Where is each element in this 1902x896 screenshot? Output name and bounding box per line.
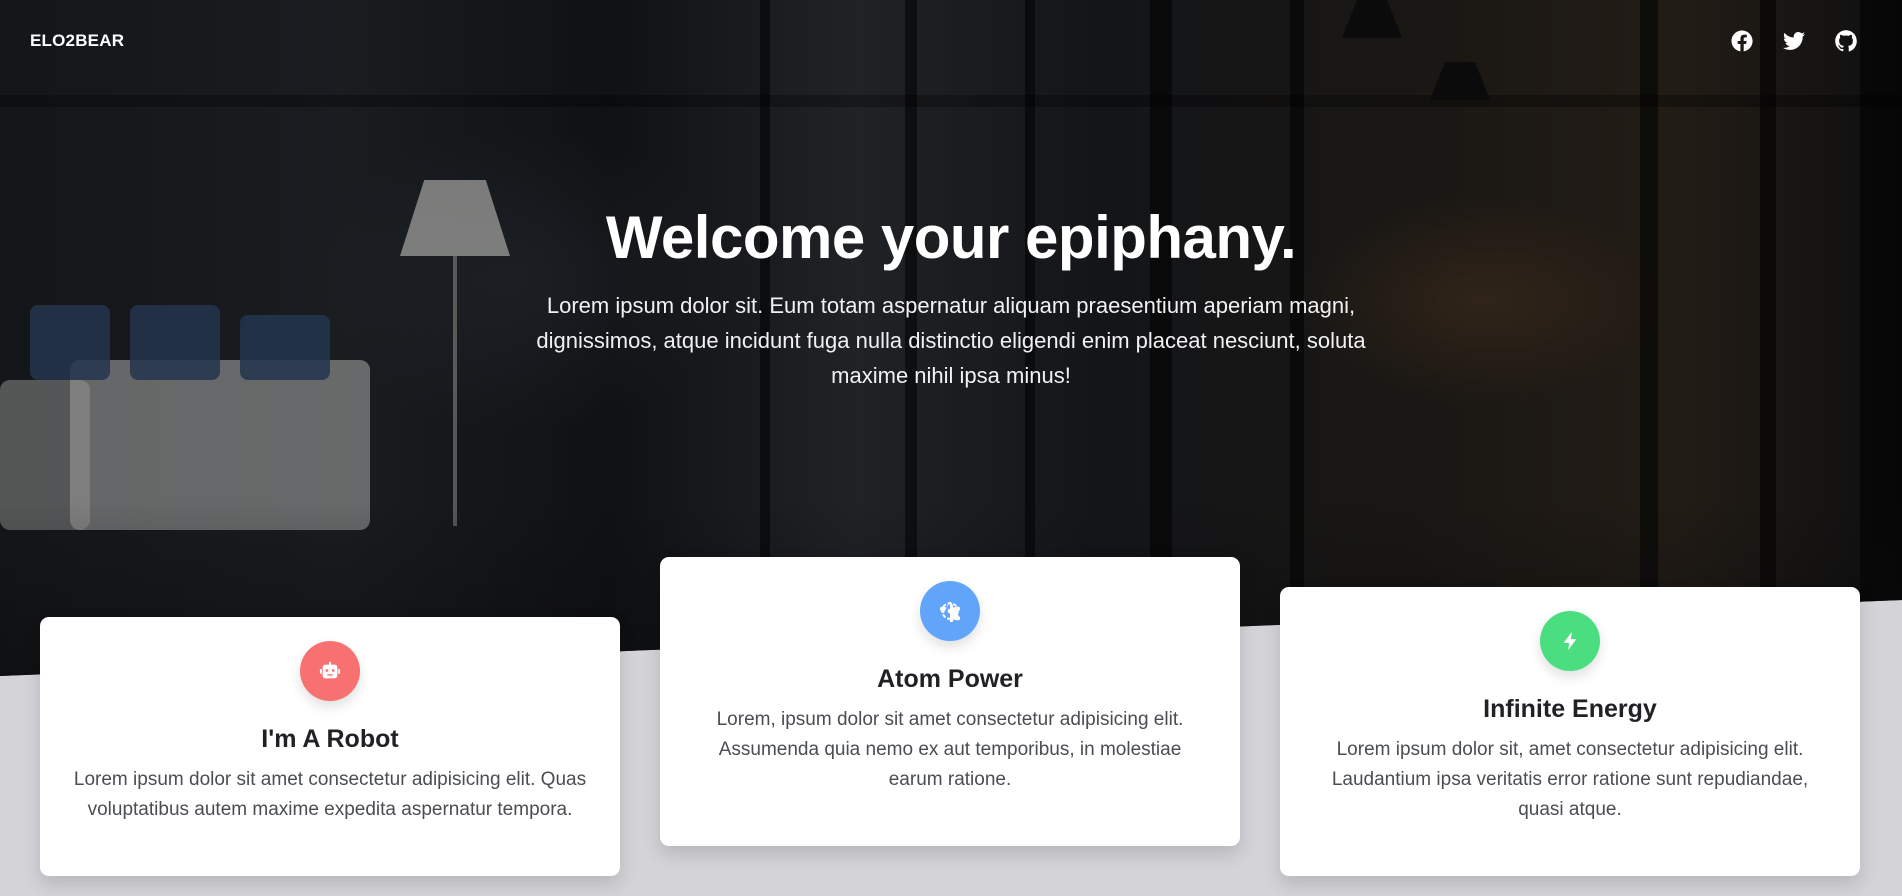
feature-card-energy: Infinite Energy Lorem ipsum dolor sit, a… (1280, 587, 1860, 876)
robot-icon (300, 641, 360, 701)
hero-section: Welcome your epiphany. Lorem ipsum dolor… (0, 200, 1902, 393)
card-body: Lorem ipsum dolor sit amet consectetur a… (73, 769, 587, 820)
card-body: Lorem ipsum dolor sit, amet consectetur … (1331, 739, 1809, 820)
atom-icon (920, 581, 980, 641)
social-links (1730, 29, 1858, 53)
card-title: Atom Power (877, 665, 1023, 693)
hero-subtitle: Lorem ipsum dolor sit. Eum totam asperna… (536, 293, 1366, 388)
feature-card-atom: Atom Power Lorem, ipsum dolor sit amet c… (660, 557, 1240, 846)
card-title: Infinite Energy (1483, 695, 1657, 723)
brand-logo[interactable]: ELO2BEAR (30, 31, 124, 51)
github-icon[interactable] (1834, 29, 1858, 53)
top-nav: ELO2BEAR (0, 0, 1902, 82)
feature-card-robot: I'm A Robot Lorem ipsum dolor sit amet c… (40, 617, 620, 876)
card-body: Lorem, ipsum dolor sit amet consectetur … (716, 709, 1184, 790)
bolt-icon (1540, 611, 1600, 671)
landing-page: ELO2BEAR Welcome your epiphany. Lorem ip… (0, 0, 1902, 896)
facebook-icon[interactable] (1730, 29, 1754, 53)
twitter-icon[interactable] (1782, 29, 1806, 53)
card-title: I'm A Robot (261, 725, 399, 753)
hero-title: Welcome your epiphany. (605, 204, 1297, 271)
